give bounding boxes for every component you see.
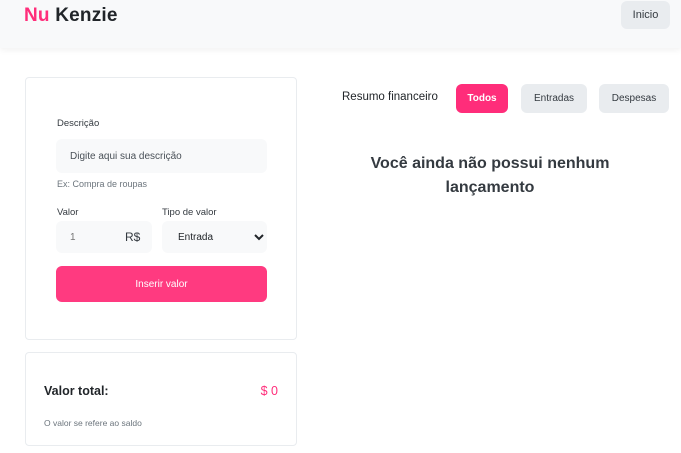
home-button[interactable]: Inicio <box>621 1 670 29</box>
summary-title: Resumo financeiro <box>342 91 438 103</box>
value-type-select[interactable]: Entrada <box>162 221 267 253</box>
total-label: Valor total: <box>44 384 109 398</box>
total-note: O valor se refere ao saldo <box>44 418 142 428</box>
currency-symbol: R$ <box>125 230 141 244</box>
logo-nu-text: Nu <box>24 5 50 26</box>
description-input[interactable] <box>56 139 267 173</box>
value-field: R$ <box>56 221 152 253</box>
filter-income-button[interactable]: Entradas <box>521 84 587 113</box>
value-type-label: Tipo de valor <box>162 207 217 218</box>
logo-kenzie-text: Kenzie <box>55 5 118 26</box>
empty-state-message: Você ainda não possui nenhum lançamento <box>370 155 610 196</box>
total-card: Valor total: $ 0 O valor se refere ao sa… <box>25 352 297 446</box>
entry-form-card: Descrição Ex: Compra de roupas Valor Tip… <box>25 77 297 340</box>
app-logo: Nu Kenzie <box>24 5 118 27</box>
total-value: $ 0 <box>260 384 278 398</box>
insert-value-button[interactable]: Inserir valor <box>56 266 267 302</box>
filter-expenses-button[interactable]: Despesas <box>599 84 669 113</box>
description-hint: Ex: Compra de roupas <box>57 179 148 189</box>
description-label: Descrição <box>57 118 100 129</box>
filter-all-button[interactable]: Todos <box>456 84 508 113</box>
value-label: Valor <box>57 207 79 218</box>
value-input[interactable] <box>56 221 120 253</box>
top-header: Nu Kenzie Inicio <box>0 0 681 48</box>
